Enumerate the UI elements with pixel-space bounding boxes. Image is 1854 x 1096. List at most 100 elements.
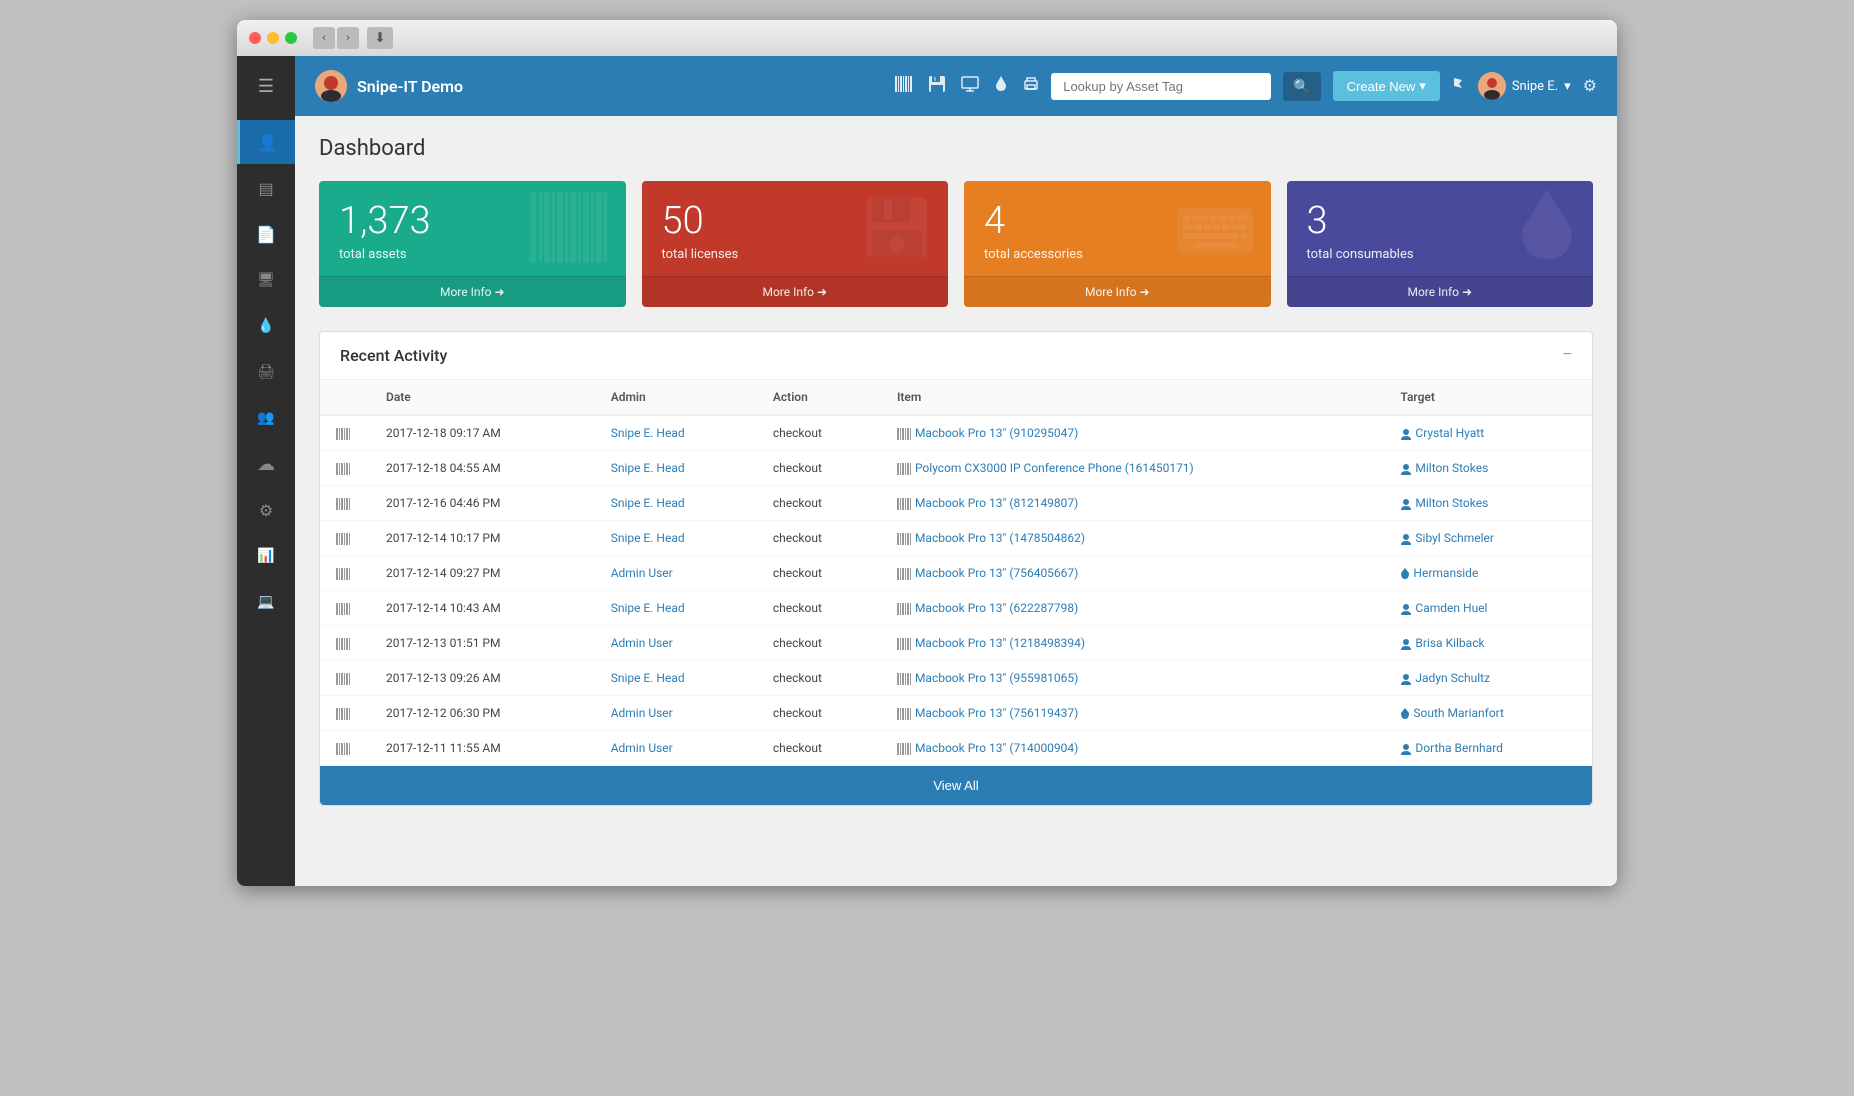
table-cell-barcode	[320, 555, 370, 590]
page-title: Dashboard	[319, 136, 1593, 161]
sidebar-item-dashboard[interactable]: 👤	[237, 120, 295, 164]
collapse-button[interactable]: −	[1563, 346, 1572, 364]
sidebar-item-menu[interactable]: ☰	[237, 64, 295, 108]
table-header-row: Date Admin Action Item Target	[320, 380, 1592, 415]
col-admin: Admin	[595, 380, 757, 415]
close-button[interactable]	[249, 32, 261, 44]
sidebar-item-reports[interactable]: 📊	[237, 534, 295, 578]
table-cell-admin: Admin User	[595, 730, 757, 765]
table-row: 2017-12-11 11:55 AM Admin User checkout …	[320, 730, 1592, 765]
table-row: 2017-12-13 09:26 AM Snipe E. Head checko…	[320, 660, 1592, 695]
target-link[interactable]: Crystal Hyatt	[1415, 426, 1484, 440]
target-link[interactable]: Camden Huel	[1415, 601, 1487, 615]
table-cell-target: Sibyl Schmeler	[1384, 520, 1592, 555]
sidebar-item-components[interactable]: 🖨	[237, 350, 295, 394]
admin-link[interactable]: Admin User	[611, 741, 673, 755]
table-cell-barcode	[320, 450, 370, 485]
table-row: 2017-12-14 10:43 AM Snipe E. Head checko…	[320, 590, 1592, 625]
table-cell-admin: Snipe E. Head	[595, 590, 757, 625]
maximize-button[interactable]	[285, 32, 297, 44]
admin-link[interactable]: Snipe E. Head	[611, 461, 685, 475]
sidebar-item-people[interactable]: 👥	[237, 396, 295, 440]
item-link[interactable]: Macbook Pro 13" (910295047)	[915, 426, 1078, 440]
sidebar-item-cloud[interactable]: ☁	[237, 442, 295, 486]
tint-stat-icon	[1517, 189, 1577, 280]
table-cell-barcode	[320, 590, 370, 625]
table-cell-item: Macbook Pro 13" (714000904)	[881, 730, 1384, 765]
view-all-button[interactable]: View All	[320, 766, 1592, 805]
target-link[interactable]: Milton Stokes	[1415, 461, 1488, 475]
share-icon[interactable]: ⚙	[1583, 76, 1597, 96]
sidebar-item-laptop[interactable]: 💻	[237, 580, 295, 624]
target-link[interactable]: Dortha Bernhard	[1415, 741, 1503, 755]
activity-header: Recent Activity −	[320, 332, 1592, 380]
barcode-nav-icon[interactable]	[895, 76, 913, 97]
floppy-nav-icon[interactable]	[929, 76, 945, 97]
forward-button[interactable]: ›	[337, 27, 359, 49]
admin-link[interactable]: Snipe E. Head	[611, 601, 685, 615]
more-info-consumables[interactable]: More Info ➜	[1287, 276, 1594, 307]
keyboard-stat-icon	[1175, 199, 1255, 274]
minimize-button[interactable]	[267, 32, 279, 44]
more-info-licenses[interactable]: More Info ➜	[642, 276, 949, 307]
back-button[interactable]: ‹	[313, 27, 335, 49]
sidebar-item-accessories[interactable]: 🖥	[237, 258, 295, 302]
table-cell-barcode	[320, 730, 370, 765]
flag-icon[interactable]	[1452, 77, 1466, 96]
table-cell-action: checkout	[757, 450, 881, 485]
brand: Snipe-IT Demo	[315, 70, 463, 102]
main-content: Dashboard 1,373 total assets	[295, 116, 1617, 886]
target-link[interactable]: Hermanside	[1413, 566, 1478, 580]
user-dropdown-icon: ▾	[1564, 79, 1571, 94]
item-link[interactable]: Macbook Pro 13" (812149807)	[915, 496, 1078, 510]
search-button[interactable]: 🔍	[1283, 72, 1320, 101]
target-link[interactable]: Jadyn Schultz	[1415, 671, 1490, 685]
table-cell-barcode	[320, 695, 370, 730]
stat-card-licenses: 50 total licenses Mo	[642, 181, 949, 307]
display-nav-icon[interactable]	[961, 76, 979, 97]
table-cell-item: Macbook Pro 13" (756119437)	[881, 695, 1384, 730]
table-cell-item: Polycom CX3000 IP Conference Phone (1614…	[881, 450, 1384, 485]
admin-link[interactable]: Snipe E. Head	[611, 426, 685, 440]
item-link[interactable]: Macbook Pro 13" (756119437)	[915, 706, 1078, 720]
admin-link[interactable]: Snipe E. Head	[611, 671, 685, 685]
item-link[interactable]: Macbook Pro 13" (622287798)	[915, 601, 1078, 615]
stat-card-accessories: 4 total accessories	[964, 181, 1271, 307]
search-input[interactable]	[1051, 73, 1271, 100]
print-nav-icon[interactable]	[1023, 76, 1039, 97]
target-link[interactable]: Brisa Kilback	[1415, 636, 1484, 650]
item-link[interactable]: Macbook Pro 13" (955981065)	[915, 671, 1078, 685]
user-menu[interactable]: Snipe E. ▾	[1478, 72, 1571, 100]
sidebar-item-settings[interactable]: ⚙	[237, 488, 295, 532]
admin-link[interactable]: Admin User	[611, 706, 673, 720]
admin-link[interactable]: Snipe E. Head	[611, 531, 685, 545]
item-link[interactable]: Macbook Pro 13" (1218498394)	[915, 636, 1085, 650]
item-link[interactable]: Macbook Pro 13" (714000904)	[915, 741, 1078, 755]
table-cell-date: 2017-12-11 11:55 AM	[370, 730, 595, 765]
table-row: 2017-12-12 06:30 PM Admin User checkout …	[320, 695, 1592, 730]
item-link[interactable]: Macbook Pro 13" (756405667)	[915, 566, 1078, 580]
create-new-button[interactable]: Create New ▾	[1333, 71, 1440, 101]
target-link[interactable]: South Marianfort	[1413, 706, 1504, 720]
sidebar-item-licenses[interactable]: 📄	[237, 212, 295, 256]
download-button[interactable]: ⬇	[367, 27, 393, 49]
more-info-accessories[interactable]: More Info ➜	[964, 276, 1271, 307]
stats-grid: 1,373 total assets	[319, 181, 1593, 307]
target-link[interactable]: Milton Stokes	[1415, 496, 1488, 510]
tint-nav-icon[interactable]	[995, 76, 1007, 97]
more-info-assets[interactable]: More Info ➜	[319, 276, 626, 307]
table-cell-date: 2017-12-13 09:26 AM	[370, 660, 595, 695]
nav-icons	[895, 76, 1039, 97]
target-link[interactable]: Sibyl Schmeler	[1415, 531, 1494, 545]
admin-link[interactable]: Admin User	[611, 566, 673, 580]
table-cell-target: Crystal Hyatt	[1384, 415, 1592, 451]
item-link[interactable]: Polycom CX3000 IP Conference Phone (1614…	[915, 461, 1194, 475]
sidebar-item-consumables[interactable]: 💧	[237, 304, 295, 348]
admin-link[interactable]: Snipe E. Head	[611, 496, 685, 510]
table-cell-action: checkout	[757, 520, 881, 555]
admin-link[interactable]: Admin User	[611, 636, 673, 650]
table-row: 2017-12-14 09:27 PM Admin User checkout …	[320, 555, 1592, 590]
table-cell-item: Macbook Pro 13" (1478504862)	[881, 520, 1384, 555]
sidebar-item-assets[interactable]: ▤	[237, 166, 295, 210]
item-link[interactable]: Macbook Pro 13" (1478504862)	[915, 531, 1085, 545]
